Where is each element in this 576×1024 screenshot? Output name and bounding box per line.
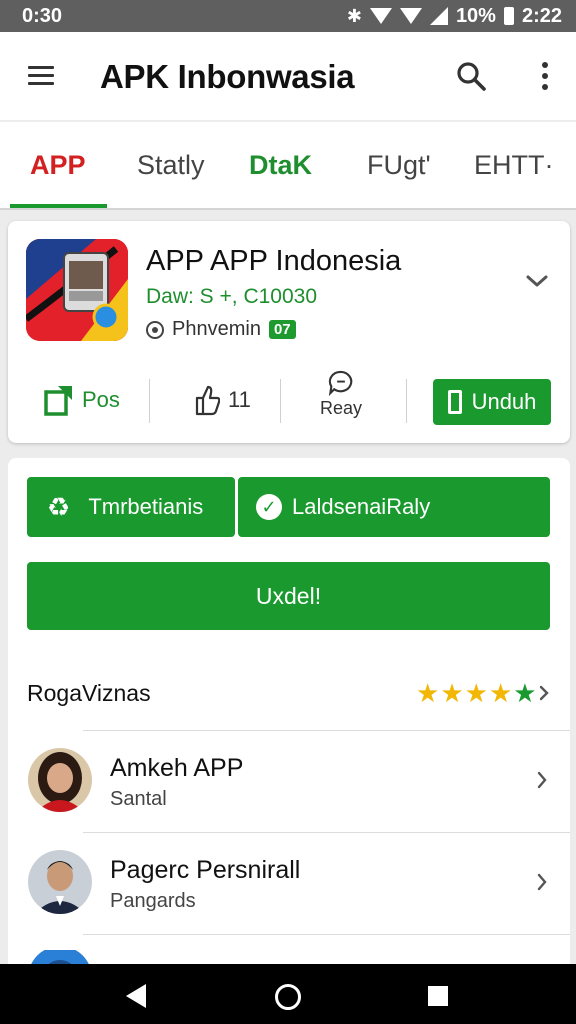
status-time-right: 2:22	[521, 4, 562, 27]
menu-icon[interactable]	[28, 66, 54, 86]
app-title: APK Inbonwasia	[100, 58, 355, 95]
wifi-icon	[369, 8, 392, 24]
primary-action-label: Uxdel!	[255, 582, 322, 609]
share-icon	[44, 386, 72, 416]
tab-ehtt[interactable]: EHTT·	[474, 150, 553, 181]
divider	[83, 934, 570, 935]
phone-icon	[447, 390, 462, 414]
more-options-icon[interactable]	[537, 60, 553, 92]
download-label: Unduh	[471, 389, 537, 414]
check-circle-icon: ✓	[256, 494, 282, 520]
pos-label: Pos	[82, 387, 120, 412]
app-bar: APK Inbonwasia	[0, 32, 576, 120]
pos-button[interactable]: Pos	[42, 375, 120, 425]
tab-dtak[interactable]: DtaK	[249, 150, 312, 181]
content-card: ♻ Tmrbetianis ✓ LaldsenaiRaly Uxdel! Rog…	[8, 458, 570, 978]
review-button[interactable]: Reay	[320, 369, 362, 419]
avatar	[28, 748, 92, 812]
status-icons: ✱ 10% 2:22	[347, 5, 562, 28]
developer-name: Phnvemin	[172, 318, 261, 340]
star-icon: ★	[464, 678, 488, 708]
app-actions: Pos 11 Reay Unduh	[8, 370, 570, 435]
app-card: APP APP Indonesia Daw: S +, C10030 Phnve…	[8, 221, 570, 443]
star-icon: ★	[416, 678, 440, 708]
recent-apps-icon[interactable]	[428, 986, 448, 1006]
download-button[interactable]: Unduh	[433, 379, 551, 425]
tab-bar: APP Statly DtaK FUgt' EHTT·	[0, 122, 576, 210]
action-divider	[280, 379, 281, 423]
rating-stars: ★ ★ ★ ★ ★	[416, 678, 537, 709]
navigation-bar	[0, 964, 576, 1024]
primary-action-button[interactable]: Uxdel!	[27, 562, 550, 630]
like-count: 11	[228, 387, 251, 412]
tab-fugt[interactable]: FUgt'	[367, 150, 431, 181]
list-item-title: Amkeh APP	[110, 754, 244, 782]
chevron-down-icon[interactable]	[524, 271, 550, 291]
list-item-subtitle: Pangards	[110, 890, 196, 912]
bluetooth-icon: ✱	[346, 5, 362, 26]
chevron-right-icon[interactable]	[538, 684, 550, 702]
signal-icon	[429, 7, 448, 25]
green-button-1-label: Tmrbetianis	[88, 494, 204, 519]
app-name: APP APP Indonesia	[146, 245, 402, 277]
active-tab-indicator	[10, 204, 107, 208]
developer-icon	[146, 320, 164, 339]
green-button-1[interactable]: ♻ Tmrbetianis	[27, 477, 235, 537]
star-icon: ★	[440, 678, 464, 708]
star-icon: ★	[488, 678, 513, 708]
comment-icon	[328, 370, 353, 397]
search-icon[interactable]	[455, 60, 487, 92]
section-title: RogaViznas	[27, 680, 151, 706]
list-item-subtitle: Santal	[110, 788, 167, 810]
divider	[83, 730, 570, 731]
list-item[interactable]: Amkeh APP Santal	[8, 732, 570, 832]
status-time-left: 0:30	[22, 4, 63, 27]
developer-badge: 07	[268, 320, 296, 339]
star-icon: ★	[513, 678, 537, 708]
back-icon[interactable]	[126, 984, 146, 1008]
battery-icon	[503, 7, 514, 25]
list-item[interactable]: Pagerc Persnirall Pangards	[8, 834, 570, 934]
recycle-icon: ♻	[47, 491, 71, 522]
divider	[83, 832, 570, 833]
action-divider	[406, 379, 407, 423]
thumbs-up-icon	[195, 385, 220, 416]
green-button-2-label: LaldsenaiRaly	[292, 494, 431, 519]
tab-statly[interactable]: Statly	[137, 150, 205, 181]
review-label: Reay	[320, 398, 363, 418]
chevron-right-icon	[537, 873, 547, 891]
like-button[interactable]: 11	[194, 375, 251, 425]
status-bar: 0:30 ✱ 10% 2:22	[0, 0, 576, 32]
battery-percent: 10%	[455, 4, 496, 27]
avatar	[28, 850, 92, 914]
home-icon[interactable]	[275, 984, 301, 1010]
app-icon[interactable]	[26, 239, 128, 341]
action-divider	[149, 379, 150, 423]
wifi-icon-2	[399, 8, 422, 24]
developer-row: Phnvemin 07	[146, 318, 296, 341]
app-subtitle: Daw: S +, C10030	[146, 285, 318, 308]
green-button-2[interactable]: ✓ LaldsenaiRaly	[238, 477, 550, 537]
chevron-right-icon	[537, 771, 547, 789]
tab-app[interactable]: APP	[30, 150, 86, 181]
list-item-title: Pagerc Persnirall	[110, 856, 301, 884]
